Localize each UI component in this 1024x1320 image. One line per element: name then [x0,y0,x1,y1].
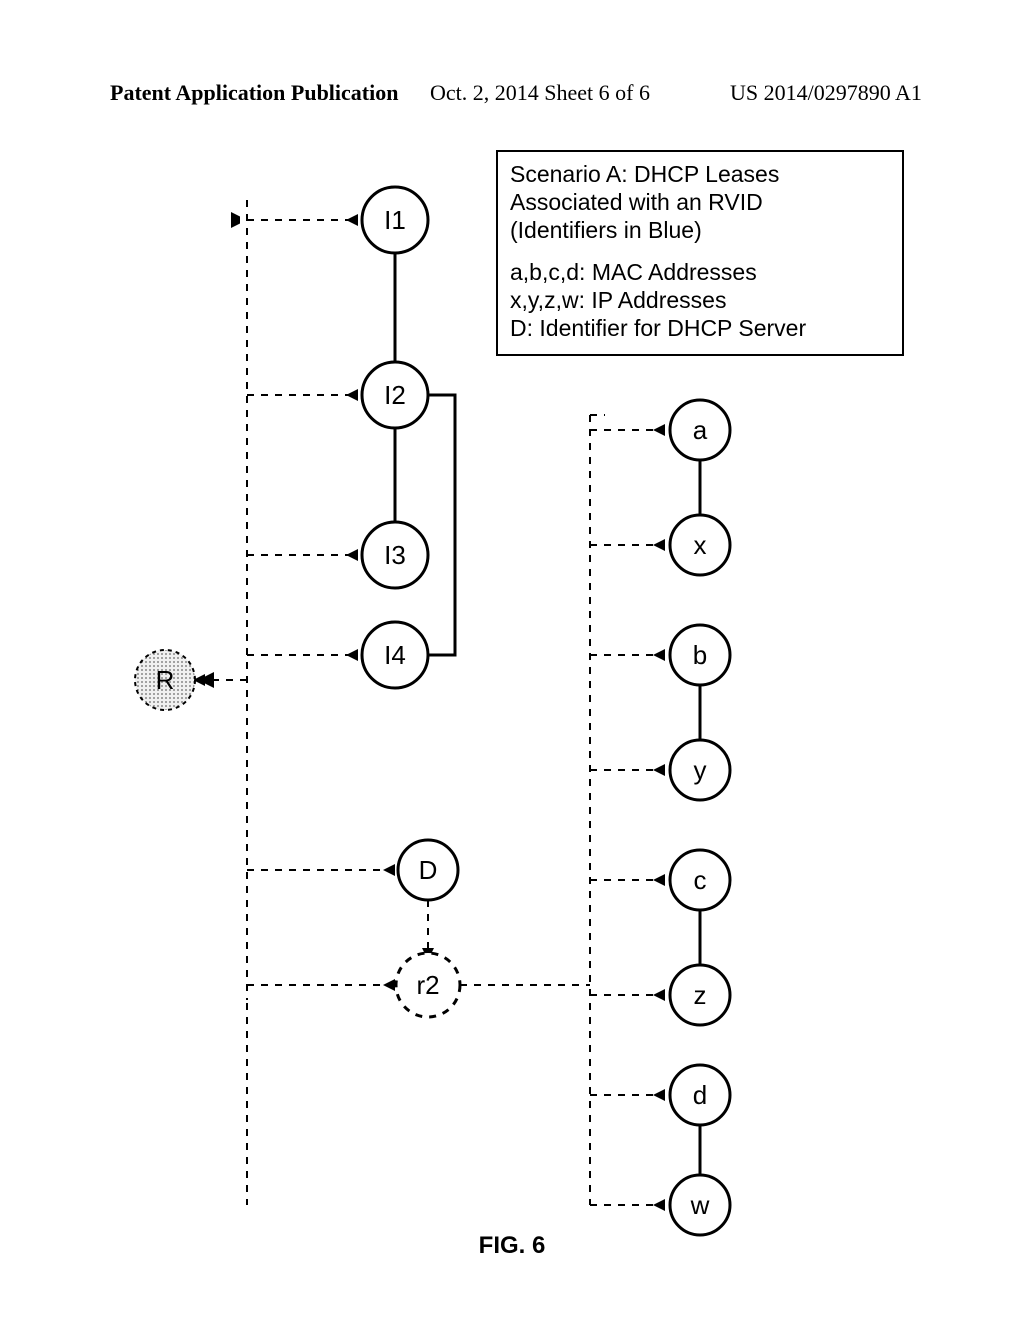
node-I1: I1 [362,187,428,253]
node-z: z [670,965,730,1025]
node-d: d [670,1065,730,1125]
node-I4: I4 [362,622,428,688]
node-D: D [398,840,458,900]
node-I3: I3 [362,522,428,588]
legend-title-3: (Identifiers in Blue) [510,216,890,244]
legend-line-2: x,y,z,w: IP Addresses [510,286,890,314]
label-c: c [694,865,707,895]
node-R: R [135,650,195,710]
page-container: Patent Application Publication Oct. 2, 2… [0,0,1024,1320]
label-I2: I2 [384,380,406,410]
edge-I2-I4 [427,395,455,655]
label-x: x [694,530,707,560]
label-w: w [690,1190,710,1220]
label-z: z [694,980,707,1010]
label-D: D [419,855,438,885]
node-w: w [670,1175,730,1235]
node-I2: I2 [362,362,428,428]
legend-title-2: Associated with an RVID [510,188,890,216]
node-r2: r2 [396,953,460,1017]
label-R: R [156,665,175,695]
label-d: d [693,1080,707,1110]
figure-caption: FIG. 6 [0,1232,1024,1260]
node-b: b [670,625,730,685]
node-c: c [670,850,730,910]
label-I4: I4 [384,640,406,670]
label-I1: I1 [384,205,406,235]
legend-title-1: Scenario A: DHCP Leases [510,160,890,188]
label-y: y [694,755,707,785]
legend-box: Scenario A: DHCP Leases Associated with … [496,150,904,356]
label-b: b [693,640,707,670]
label-a: a [693,415,708,445]
legend-line-3: D: Identifier for DHCP Server [510,314,890,342]
arrowheads-left-col-correct [193,200,410,1000]
node-a: a [670,400,730,460]
label-I3: I3 [384,540,406,570]
node-y: y [670,740,730,800]
arrowheads-right-col [590,424,665,1211]
label-r2: r2 [416,970,439,1000]
node-x: x [670,515,730,575]
legend-line-1: a,b,c,d: MAC Addresses [510,258,890,286]
